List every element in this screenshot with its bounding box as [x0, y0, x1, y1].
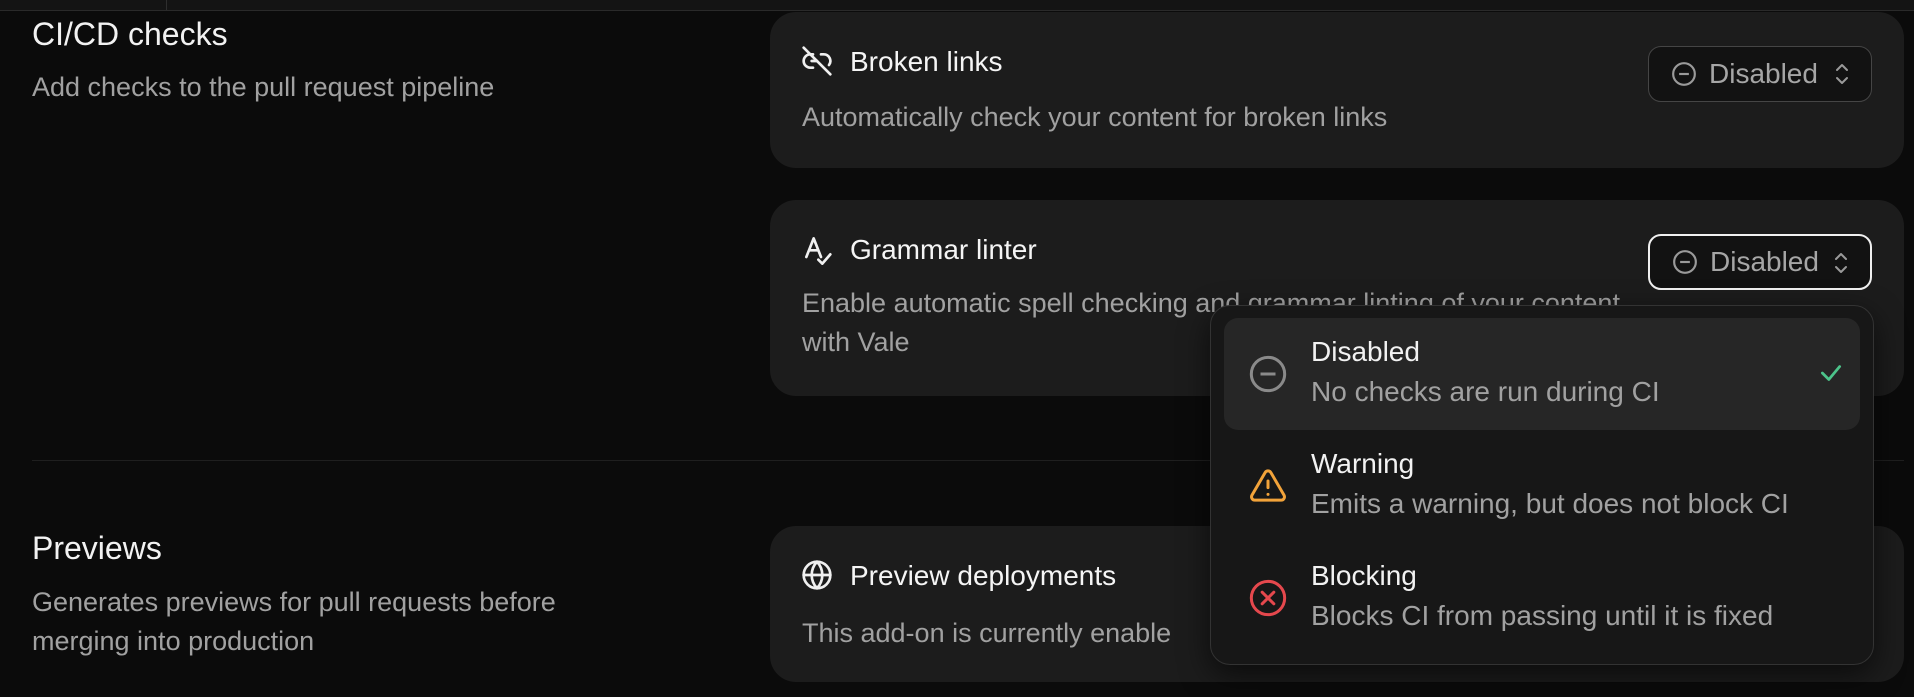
warning-triangle-icon: [1248, 466, 1288, 506]
option-label: Warning: [1311, 448, 1415, 479]
cicd-section-description: Add checks to the pull request pipeline: [32, 72, 495, 102]
previews-section-description: Generates previews for pull requests bef…: [32, 587, 556, 656]
select-value: Disabled: [1710, 246, 1819, 277]
spellcheck-icon: [801, 233, 833, 265]
option-label: Disabled: [1311, 336, 1420, 367]
option-description: Emits a warning, but does not block CI: [1311, 488, 1789, 519]
mode-dropdown-menu: Disabled No checks are run during CI War…: [1210, 305, 1874, 665]
previews-section-title: Previews: [32, 530, 162, 566]
minus-circle-icon: [1671, 61, 1697, 87]
top-toolbar-strip: [0, 0, 1914, 11]
dropdown-option-disabled[interactable]: Disabled No checks are run during CI: [1224, 318, 1860, 430]
select-value: Disabled: [1709, 58, 1818, 89]
broken-links-title: Broken links: [850, 46, 1003, 77]
preview-deployments-title: Preview deployments: [850, 560, 1117, 591]
option-description: Blocks CI from passing until it is fixed: [1311, 600, 1774, 631]
unlink-icon: [801, 45, 833, 77]
dropdown-option-blocking[interactable]: Blocking Blocks CI from passing until it…: [1224, 542, 1860, 654]
globe-icon: [801, 559, 833, 591]
broken-links-mode-select[interactable]: Disabled: [1648, 46, 1872, 102]
preview-deployments-description: This add-on is currently enable: [802, 618, 1172, 648]
minus-circle-icon: [1248, 354, 1288, 394]
dropdown-option-warning[interactable]: Warning Emits a warning, but does not bl…: [1224, 430, 1860, 542]
grammar-linter-title: Grammar linter: [850, 234, 1037, 265]
chevrons-up-down-icon: [1832, 250, 1850, 276]
chevrons-up-down-icon: [1833, 61, 1851, 87]
broken-links-description: Automatically check your content for bro…: [802, 102, 1388, 132]
cicd-section-title: CI/CD checks: [32, 16, 228, 52]
option-description: No checks are run during CI: [1311, 376, 1660, 407]
option-label: Blocking: [1311, 560, 1417, 591]
check-icon: [1818, 360, 1844, 386]
grammar-linter-mode-select[interactable]: Disabled: [1648, 234, 1872, 290]
broken-links-card: Broken links Automatically check your co…: [770, 12, 1904, 168]
x-circle-icon: [1248, 578, 1288, 618]
minus-circle-icon: [1672, 249, 1698, 275]
